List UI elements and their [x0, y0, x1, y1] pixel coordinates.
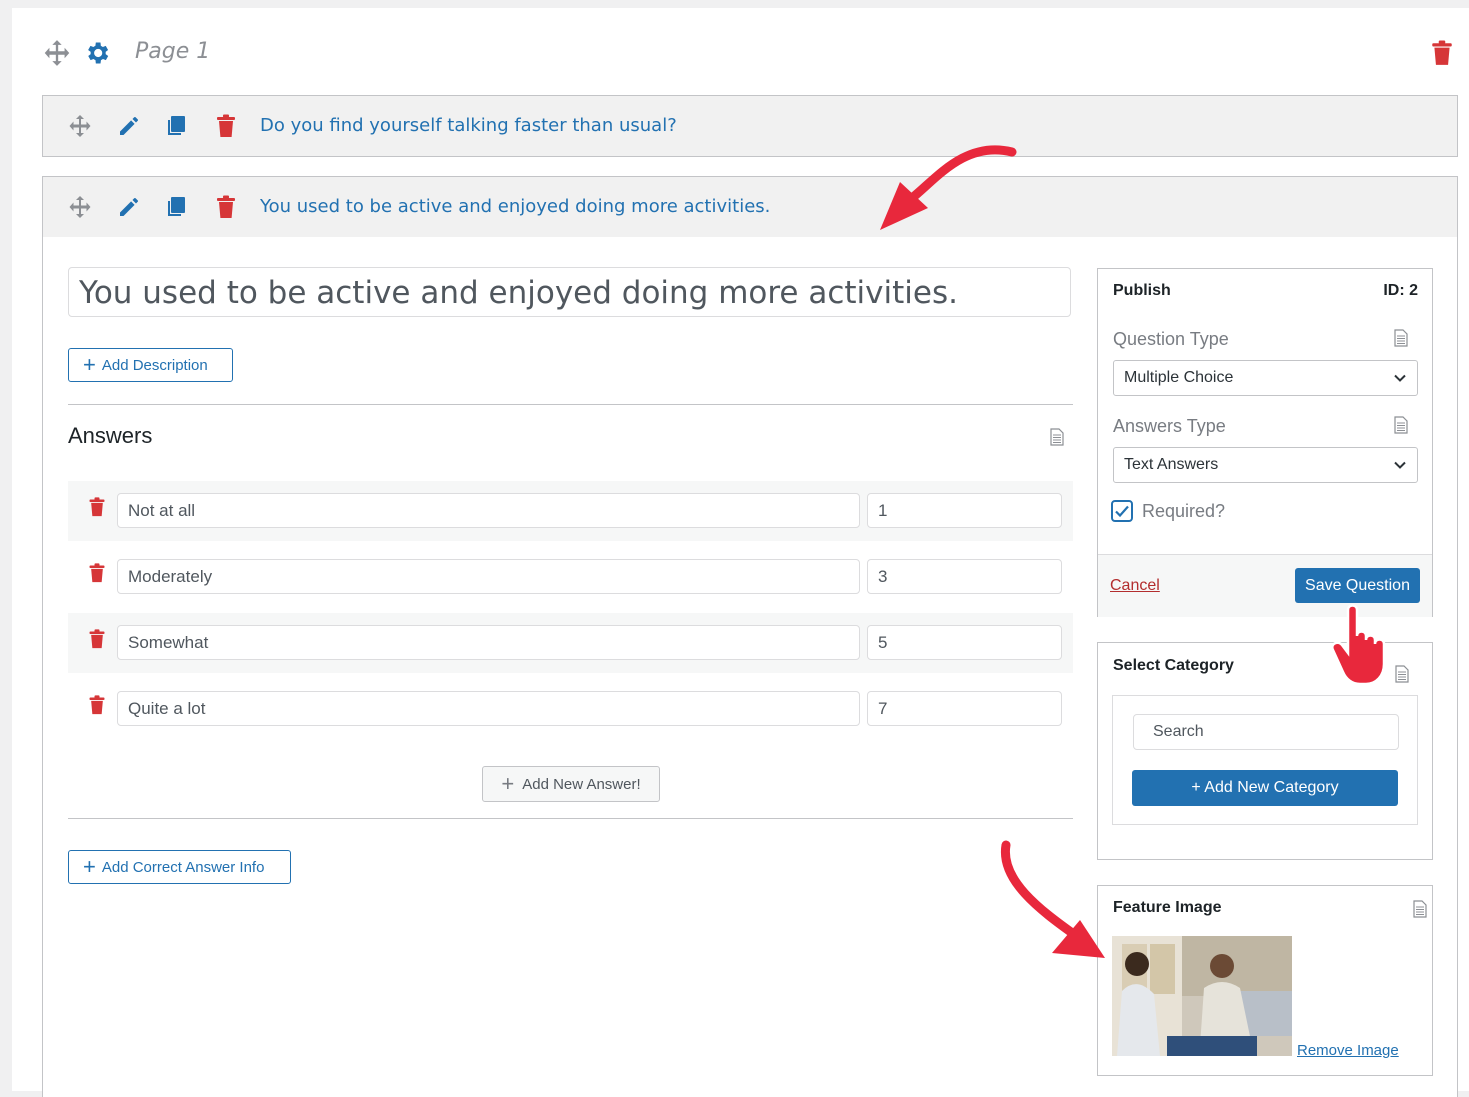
publish-footer: Cancel Save Question — [1098, 554, 1432, 617]
add-correct-answer-info-label: Add Correct Answer Info — [101, 858, 265, 876]
page-container: Page 1 Do you find yourself talking fast… — [12, 8, 1469, 1097]
add-new-answer-button[interactable]: + Add New Answer! — [482, 766, 660, 802]
chevron-down-icon — [1394, 461, 1406, 469]
checkmark-icon — [1115, 505, 1129, 518]
question-row-active[interactable]: You used to be active and enjoyed doing … — [42, 176, 1458, 239]
move-icon[interactable] — [68, 114, 92, 138]
question-title-input[interactable]: You used to be active and enjoyed doing … — [68, 267, 1071, 317]
move-icon[interactable] — [43, 39, 71, 67]
divider — [68, 404, 1073, 405]
question-type-select[interactable]: Multiple Choice — [1113, 360, 1418, 396]
pencil-icon[interactable] — [117, 195, 141, 219]
add-description-button[interactable]: + Add Description — [68, 348, 233, 382]
answer-row: Moderately 3 — [68, 547, 1073, 607]
answers-type-select[interactable]: Text Answers — [1113, 447, 1418, 483]
required-label: Required? — [1142, 501, 1226, 521]
publish-box: Publish ID: 2 Question Type Multiple Cho… — [1097, 268, 1433, 617]
answer-text-input[interactable]: Not at all — [117, 493, 860, 528]
answer-value-input[interactable]: 5 — [867, 625, 1062, 660]
trash-icon[interactable] — [214, 195, 238, 219]
answer-value-input[interactable]: 1 — [867, 493, 1062, 528]
trash-icon[interactable] — [88, 497, 106, 517]
plus-icon: + — [83, 854, 96, 879]
feature-image-title: Feature Image — [1113, 899, 1222, 916]
page-header: Page 1 — [12, 8, 1469, 96]
page-title: Page 1 — [135, 39, 211, 64]
trash-icon[interactable] — [214, 114, 238, 138]
cancel-link[interactable]: Cancel — [1110, 577, 1160, 595]
category-search-input[interactable]: Search — [1133, 714, 1399, 750]
answer-value-input[interactable]: 7 — [867, 691, 1062, 726]
answer-text-input[interactable]: Quite a lot — [117, 691, 860, 726]
divider — [68, 818, 1073, 819]
answer-text-input[interactable]: Moderately — [117, 559, 860, 594]
answers-type-value: Text Answers — [1124, 456, 1219, 473]
trash-icon[interactable] — [88, 563, 106, 583]
category-title: Select Category — [1113, 657, 1234, 674]
question-title[interactable]: You used to be active and enjoyed doing … — [260, 196, 770, 217]
pencil-icon[interactable] — [117, 114, 141, 138]
add-new-category-button[interactable]: + Add New Category — [1132, 770, 1398, 806]
category-box: Select Category Search + Add New Categor… — [1097, 642, 1433, 860]
chevron-down-icon — [1394, 374, 1406, 382]
document-icon[interactable] — [1394, 416, 1408, 434]
feature-image-box: Feature Image Remove Image — [1097, 885, 1433, 1076]
answers-heading: Answers — [68, 423, 153, 448]
category-panel: Search + Add New Category — [1112, 695, 1418, 825]
feature-image-thumbnail[interactable] — [1112, 936, 1292, 1056]
plus-icon: + — [501, 771, 515, 796]
answer-value-input[interactable]: 3 — [867, 559, 1062, 594]
question-title[interactable]: Do you find yourself talking faster than… — [260, 115, 677, 136]
add-description-label: Add Description — [101, 356, 208, 374]
question-type-label: Question Type — [1113, 329, 1229, 349]
add-correct-answer-info-button[interactable]: + Add Correct Answer Info — [68, 850, 291, 884]
answer-row: Quite a lot 7 — [68, 679, 1073, 739]
trash-icon[interactable] — [88, 629, 106, 649]
document-icon[interactable] — [1413, 900, 1427, 918]
move-icon[interactable] — [68, 195, 92, 219]
trash-icon[interactable] — [88, 695, 106, 715]
remove-image-link[interactable]: Remove Image — [1297, 1042, 1399, 1059]
delete-page-icon[interactable] — [1431, 40, 1453, 66]
answers-type-label: Answers Type — [1113, 416, 1226, 436]
add-new-answer-label: Add New Answer! — [522, 775, 641, 793]
document-icon[interactable] — [1395, 665, 1409, 683]
question-row[interactable]: Do you find yourself talking faster than… — [42, 95, 1458, 157]
publish-title: Publish — [1113, 282, 1171, 299]
answer-row: Somewhat 5 — [68, 613, 1073, 673]
document-icon[interactable] — [1050, 428, 1064, 446]
document-icon[interactable] — [1394, 329, 1408, 347]
answer-text-input[interactable]: Somewhat — [117, 625, 860, 660]
question-id: ID: 2 — [1383, 282, 1418, 299]
question-type-value: Multiple Choice — [1124, 369, 1234, 386]
duplicate-icon[interactable] — [164, 114, 188, 138]
gear-icon[interactable] — [83, 39, 111, 67]
save-question-button[interactable]: Save Question — [1295, 568, 1420, 603]
answer-row: Not at all 1 — [68, 481, 1073, 541]
duplicate-icon[interactable] — [164, 195, 188, 219]
required-checkbox[interactable] — [1111, 500, 1133, 522]
plus-icon: + — [83, 352, 96, 377]
